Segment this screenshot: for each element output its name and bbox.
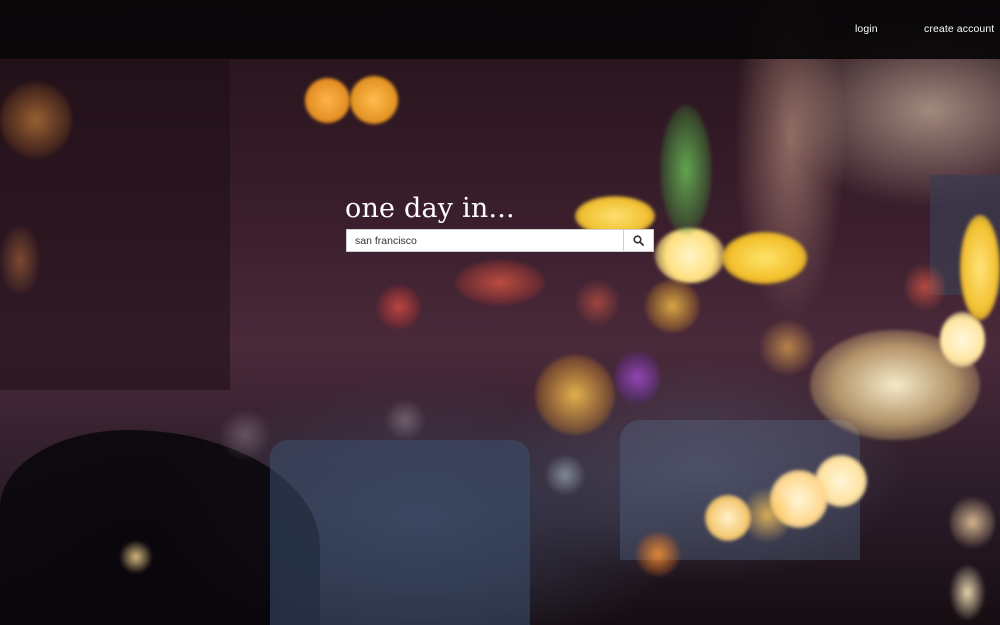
bokeh-light xyxy=(0,80,72,160)
bokeh-light xyxy=(305,78,350,123)
bokeh-light xyxy=(722,232,807,284)
bokeh-light xyxy=(645,280,700,332)
bokeh-light xyxy=(575,280,620,325)
bokeh-light xyxy=(385,400,425,440)
bokeh-light xyxy=(615,350,660,405)
car-silhouette xyxy=(270,440,530,625)
hero-title: one day in... xyxy=(345,193,515,224)
bokeh-light xyxy=(220,410,270,460)
bokeh-light xyxy=(940,312,985,367)
search-bar xyxy=(346,229,654,252)
bokeh-light xyxy=(655,228,725,283)
search-input[interactable] xyxy=(347,230,623,251)
bokeh-light xyxy=(905,262,945,312)
bokeh-light xyxy=(636,532,680,576)
bokeh-light xyxy=(660,105,712,235)
bokeh-light xyxy=(950,495,995,550)
background-photo xyxy=(0,0,1000,625)
bokeh-light xyxy=(950,565,985,620)
bokeh-light xyxy=(535,355,615,435)
bokeh-light xyxy=(705,495,751,541)
bokeh-light xyxy=(760,320,815,375)
top-nav-bar: login create account xyxy=(0,0,1000,59)
bokeh-light xyxy=(350,76,398,124)
create-account-link[interactable]: create account xyxy=(924,23,994,35)
bokeh-light xyxy=(377,285,421,329)
bokeh-light xyxy=(745,485,790,545)
bokeh-light xyxy=(545,455,585,495)
bokeh-light xyxy=(960,215,1000,320)
search-button[interactable] xyxy=(623,230,653,251)
bokeh-light xyxy=(120,541,152,573)
login-link[interactable]: login xyxy=(855,23,878,35)
bokeh-light xyxy=(455,260,545,305)
bokeh-light xyxy=(0,225,40,295)
search-icon xyxy=(633,235,644,246)
